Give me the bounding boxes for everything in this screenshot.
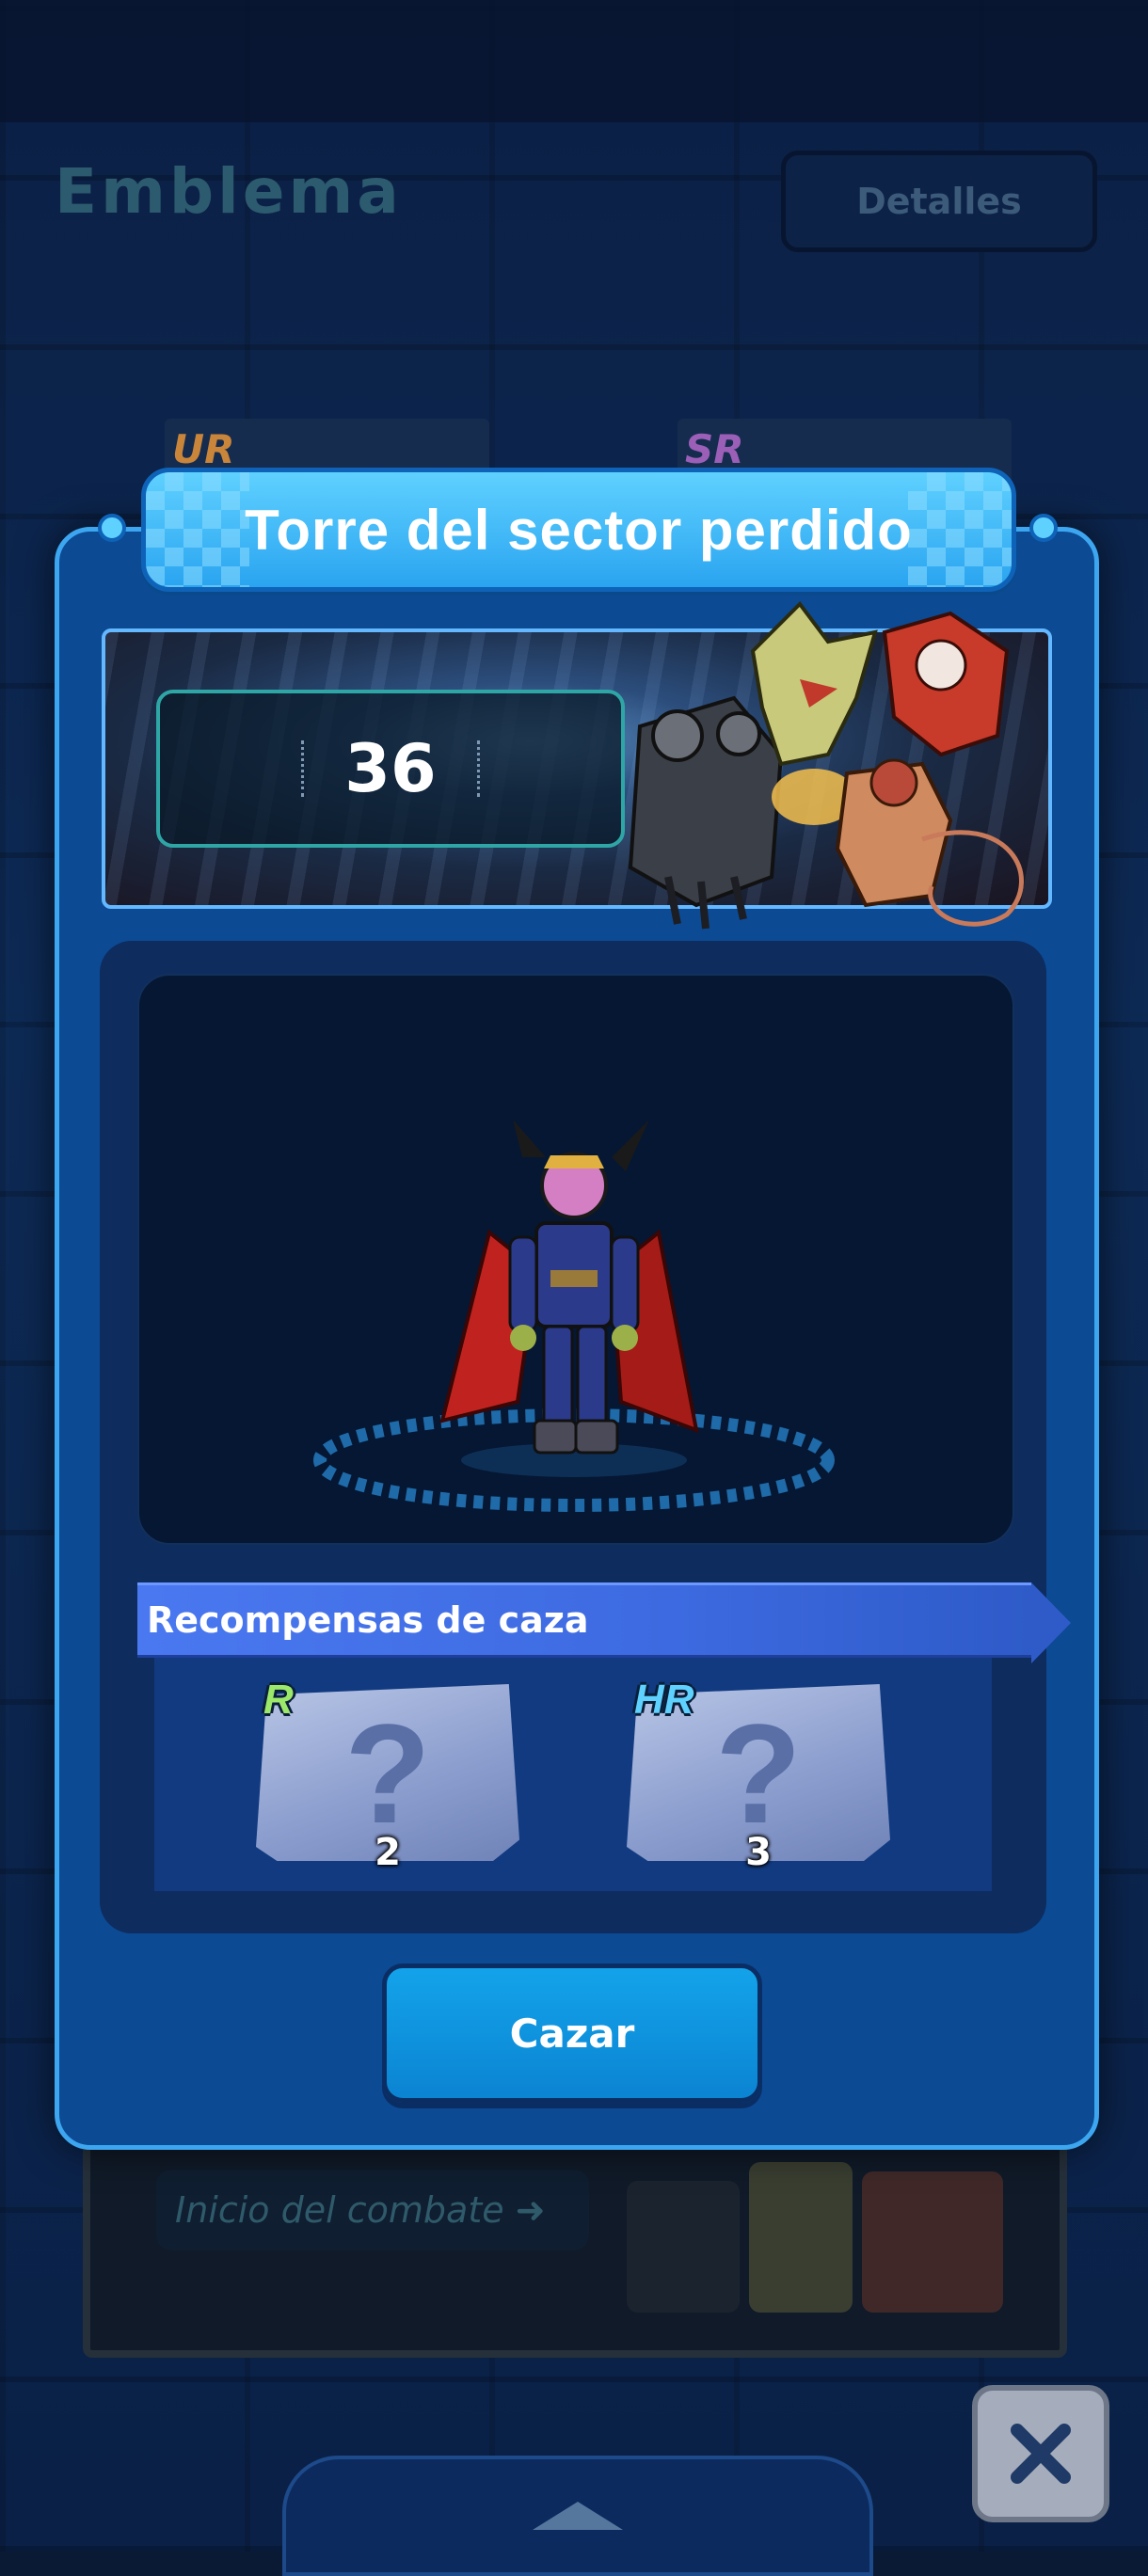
- counter-value: 36: [344, 730, 437, 807]
- card-rarity-tag: UR: [172, 426, 235, 472]
- reward-count: 2: [375, 1831, 401, 1874]
- checker-pattern: [146, 472, 249, 587]
- close-button[interactable]: [972, 2385, 1109, 2522]
- question-mark-icon: ?: [344, 1694, 431, 1852]
- top-strip: [0, 0, 1148, 122]
- checker-pattern: [908, 472, 1012, 587]
- chevron-up-icon: [533, 2502, 623, 2530]
- background-battle-card: Inicio del combate ➜: [83, 2126, 1067, 2358]
- background-page-title: Emblema: [55, 155, 403, 228]
- counter-divider: [301, 740, 304, 797]
- question-mark-icon: ?: [715, 1694, 802, 1852]
- monster-group-art: [627, 2162, 1003, 2313]
- close-icon: [1011, 2424, 1071, 2484]
- card-rarity-tag: SR: [685, 426, 744, 472]
- rewards-header: Recompensas de caza: [137, 1582, 1071, 1663]
- banner-monsters-art: [628, 600, 1024, 930]
- title-decoration: [98, 514, 126, 542]
- counter-divider: [477, 740, 480, 797]
- reward-rarity-tag: HR: [634, 1677, 694, 1723]
- rewards-header-label: Recompensas de caza: [147, 1599, 589, 1641]
- reward-item[interactable]: ? R 2: [256, 1677, 519, 1874]
- reward-item[interactable]: ? HR 3: [627, 1677, 890, 1874]
- boss-character-art: [313, 1120, 835, 1512]
- reward-rarity-tag: R: [263, 1677, 294, 1723]
- rewards-header-tip: [1031, 1582, 1071, 1663]
- title-decoration: [1029, 514, 1058, 542]
- modal-title-bar: Torre del sector perdido: [141, 468, 1016, 592]
- hunt-button[interactable]: Cazar: [382, 1964, 762, 2103]
- modal-title: Torre del sector perdido: [245, 498, 913, 562]
- bottom-expand-tab[interactable]: [282, 2456, 873, 2576]
- details-button[interactable]: Detalles: [781, 151, 1097, 252]
- floor-counter: 36: [156, 690, 625, 848]
- reward-count: 3: [745, 1831, 772, 1874]
- start-battle-button[interactable]: Inicio del combate ➜: [156, 2170, 589, 2250]
